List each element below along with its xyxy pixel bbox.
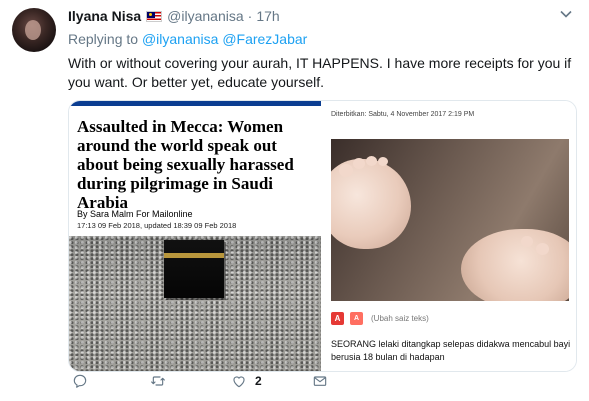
- toe: [521, 236, 533, 247]
- avatar-face: [25, 20, 41, 40]
- reply-button[interactable]: [72, 372, 88, 390]
- article-byline: By Sara Malm For Mailonline: [77, 209, 193, 219]
- retweet-icon: [151, 376, 165, 386]
- reply-icon: [73, 374, 87, 388]
- media-grid[interactable]: Assaulted in Mecca: Women around the wor…: [68, 100, 577, 372]
- user-handle[interactable]: @ilyananisa: [167, 8, 243, 24]
- replying-prefix: Replying to: [68, 31, 139, 47]
- toe: [353, 158, 365, 169]
- retweet-button[interactable]: [150, 372, 166, 390]
- tweet-header: Ilyana Nisa @ilyananisa · 17h: [68, 7, 280, 25]
- tweet-text: With or without covering your aurah, IT …: [68, 55, 572, 90]
- separator-dot: ·: [247, 8, 253, 24]
- tweet-actions: 2: [68, 372, 348, 390]
- article-author: Sara Malm For Mailonline: [90, 209, 193, 219]
- article-top-bar: [69, 101, 321, 106]
- text-size-controls: A A (Ubah saiz teks): [331, 312, 429, 325]
- text-size-large-icon[interactable]: A: [331, 312, 344, 325]
- timestamp[interactable]: 17h: [256, 8, 279, 24]
- toe: [366, 156, 377, 166]
- media-right-news-screenshot[interactable]: Diterbitkan: Sabtu, 4 November 2017 2:19…: [323, 101, 576, 371]
- text-size-small-icon[interactable]: A: [350, 312, 363, 325]
- like-button[interactable]: 2: [231, 372, 262, 390]
- replying-to-user-2[interactable]: @FarezJabar: [222, 31, 307, 47]
- byline-prefix: By: [77, 209, 88, 219]
- baby-feet-photo: [331, 139, 569, 301]
- tweet[interactable]: Ilyana Nisa @ilyananisa · 17h Replying t…: [0, 0, 589, 401]
- toe: [339, 164, 353, 177]
- avatar[interactable]: [12, 8, 56, 52]
- like-count: 2: [255, 374, 262, 388]
- direct-message-button[interactable]: [312, 372, 328, 390]
- chevron-down-icon[interactable]: [559, 9, 573, 19]
- kaaba-gold-band: [164, 253, 224, 258]
- article-headline: Assaulted in Mecca: Women around the wor…: [77, 117, 294, 212]
- kaaba-shape: [164, 240, 224, 298]
- mecca-crowd-photo: [69, 236, 321, 371]
- resize-text-label: (Ubah saiz teks): [371, 314, 429, 323]
- replying-to: Replying to @ilyananisa @FarezJabar: [68, 31, 307, 47]
- display-name[interactable]: Ilyana Nisa: [68, 8, 141, 24]
- toe: [536, 243, 549, 255]
- news-published-date: Diterbitkan: Sabtu, 4 November 2017 2:19…: [331, 111, 475, 118]
- toe: [378, 157, 388, 166]
- news-paragraph: SEORANG lelaki ditangkap selepas didakwa…: [331, 339, 571, 362]
- replying-to-user-1[interactable]: @ilyananisa: [142, 31, 218, 47]
- article-dates: 17:13 09 Feb 2018, updated 18:39 09 Feb …: [77, 221, 237, 230]
- envelope-icon: [313, 376, 327, 386]
- baby-foot-lower: [461, 229, 569, 301]
- media-left-article-screenshot[interactable]: Assaulted in Mecca: Women around the wor…: [69, 101, 321, 371]
- heart-icon: [233, 376, 245, 388]
- malaysia-flag-icon: [146, 10, 163, 22]
